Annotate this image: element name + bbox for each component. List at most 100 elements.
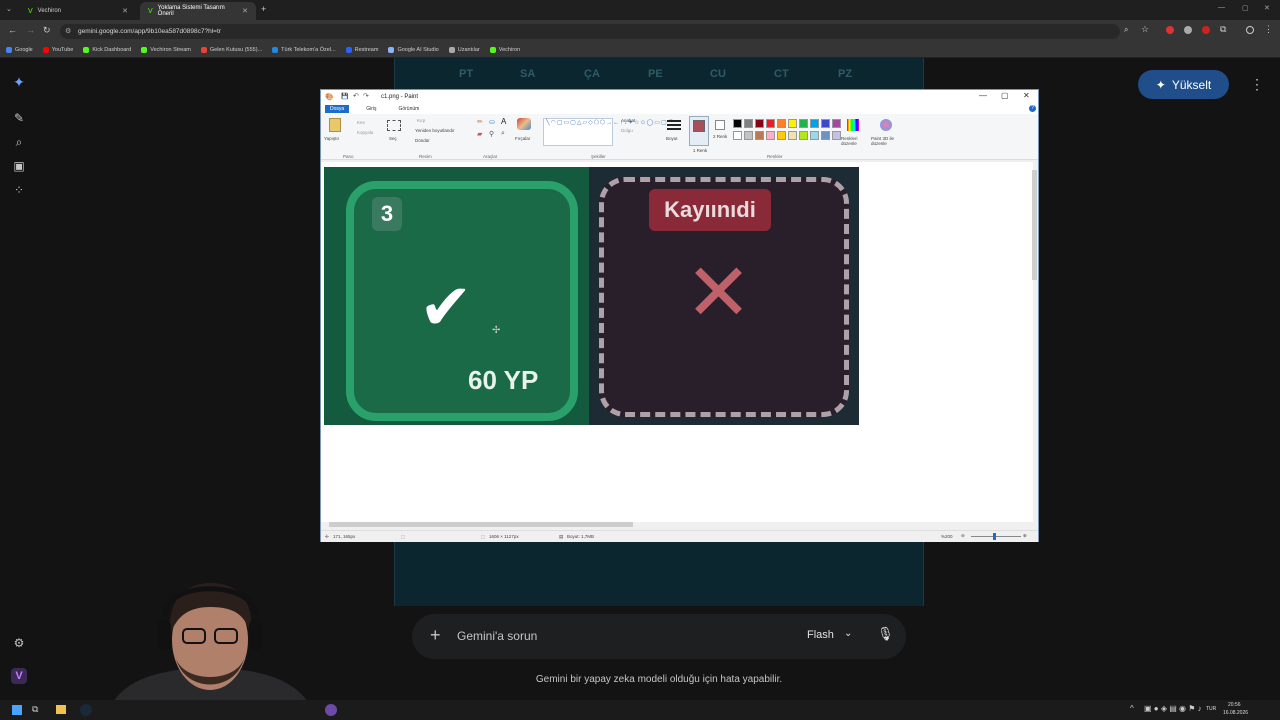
brushes-icon[interactable] [517, 118, 531, 130]
bookmark-item[interactable]: Uzantılar [448, 46, 480, 53]
clock-time[interactable]: 20:56 [1228, 702, 1241, 708]
new-tab-icon[interactable]: + [261, 4, 266, 14]
outline-dropdown[interactable]: Anahat [621, 118, 635, 123]
edit-colors-icon[interactable] [847, 119, 859, 131]
bookmark-item[interactable]: Türk Telekom'a Özel... [272, 46, 336, 53]
upgrade-button[interactable]: ✦ Yükselt [1138, 70, 1229, 99]
palette-swatch[interactable] [755, 119, 764, 128]
palette-swatch[interactable] [788, 119, 797, 128]
cut-button[interactable]: Kes [357, 120, 365, 125]
horizontal-scrollbar[interactable] [329, 522, 633, 527]
palette-swatch[interactable] [777, 119, 786, 128]
palette-swatch[interactable] [810, 130, 819, 140]
canvas-image[interactable]: 3 ✔ 60 YP ✢ Kayıınıdi ✕ [324, 167, 859, 425]
color1-button[interactable] [689, 116, 709, 146]
palette-swatch[interactable] [766, 130, 775, 140]
bookmark-item[interactable]: YouTube [42, 46, 73, 53]
prompt-bar[interactable]: + Gemini'a sorun Flash ⌄ 🎙 [412, 614, 906, 659]
save-icon[interactable]: 💾 [341, 93, 348, 100]
user-avatar[interactable]: V [11, 668, 27, 684]
gemini-logo-icon[interactable]: ✦ [12, 75, 26, 89]
maximize-icon[interactable]: ▢ [1001, 91, 1009, 100]
file-explorer-icon[interactable] [56, 705, 66, 714]
tray-icons[interactable]: ▣ ● ◈ ▤ ◉ ⚑ ♪ [1144, 704, 1202, 713]
bookmark-item[interactable]: Vechiron Stream [141, 46, 191, 53]
search-icon[interactable]: ⌕ [12, 135, 26, 149]
close-icon[interactable]: ✕ [1023, 91, 1030, 100]
maximize-window-icon[interactable]: ▢ [1242, 4, 1249, 12]
obs-icon[interactable] [325, 704, 337, 716]
tab-home[interactable]: Giriş [361, 105, 381, 113]
apps-icon[interactable]: ⁘ [12, 183, 26, 197]
palette-swatch[interactable] [799, 130, 808, 140]
text-icon[interactable]: A [501, 117, 506, 126]
rotate-button[interactable]: Döndür [415, 138, 430, 143]
address-bar[interactable]: ⚙ gemini.google.com/app/9b10ea587d0898c7… [60, 24, 1120, 39]
language-indicator[interactable]: TUR [1206, 706, 1216, 712]
crop-button[interactable]: Kırp [417, 118, 425, 123]
shapes-gallery[interactable]: ╲◠▢▭▢△▱◇⬠⬡→←↑↓✦☆✩◯▭▢◯ [543, 118, 674, 146]
task-view-icon[interactable]: ⧉ [32, 704, 38, 715]
more-options-icon[interactable]: ⋮ [1250, 76, 1264, 93]
minimize-window-icon[interactable]: — [1218, 4, 1225, 11]
browser-menu-icon[interactable]: ⋮ [1264, 24, 1273, 35]
palette-swatch[interactable] [744, 130, 753, 140]
fill-icon[interactable]: ⛀ [489, 118, 495, 126]
extensions-puzzle-icon[interactable]: ⧉ [1220, 24, 1226, 35]
profile-icon[interactable] [1246, 26, 1254, 34]
redo-icon[interactable]: ↷ [363, 92, 369, 100]
extension-icon[interactable] [1184, 26, 1192, 34]
clock-date[interactable]: 16.08.2026 [1223, 710, 1248, 716]
palette-swatch[interactable] [799, 119, 808, 128]
extension-icon[interactable] [1166, 26, 1174, 34]
close-window-icon[interactable]: ✕ [1264, 4, 1270, 12]
browser-tab-active[interactable]: V Yoklama Sistemi Tasarım Öneril ✕ [140, 2, 256, 20]
eraser-icon[interactable]: ▰ [477, 130, 482, 138]
bookmark-item[interactable]: Restream [345, 46, 378, 53]
paste-icon[interactable] [329, 118, 341, 132]
back-icon[interactable]: ← [8, 25, 17, 35]
library-icon[interactable]: ▣ [12, 159, 26, 173]
close-tab-icon[interactable]: ✕ [122, 7, 128, 15]
settings-gear-icon[interactable]: ⚙ [12, 636, 26, 650]
palette-swatch[interactable] [821, 119, 830, 128]
reload-icon[interactable]: ↻ [43, 25, 51, 36]
zoom-out-icon[interactable]: ⊖ [961, 533, 965, 539]
vertical-scrollbar[interactable] [1032, 170, 1037, 280]
copy-button[interactable]: Kopyala [357, 130, 373, 135]
color2-swatch[interactable] [715, 120, 725, 130]
tab-view[interactable]: Görünüm [393, 105, 424, 113]
bookmark-item[interactable]: Google AI Studio [388, 46, 439, 53]
extension-icon[interactable] [1202, 26, 1210, 34]
prompt-input[interactable]: Gemini'a sorun [457, 629, 537, 643]
palette-swatch[interactable] [810, 119, 819, 128]
color-picker-icon[interactable]: ⚲ [489, 130, 494, 138]
tab-file[interactable]: Dosya [325, 105, 350, 113]
minimize-icon[interactable]: — [979, 91, 987, 100]
fill-dropdown[interactable]: Dolgu [621, 128, 633, 133]
site-info-icon[interactable]: ⚙ [65, 27, 71, 35]
add-attachment-icon[interactable]: + [430, 625, 441, 646]
paint3d-icon[interactable] [880, 119, 892, 131]
chevron-down-icon[interactable]: ⌄ [844, 628, 852, 639]
select-icon[interactable] [387, 120, 401, 131]
pencil-icon[interactable]: ✏ [477, 118, 483, 126]
close-tab-icon[interactable]: ✕ [242, 7, 248, 15]
palette-swatch[interactable] [755, 130, 764, 140]
palette-swatch[interactable] [733, 130, 742, 140]
bookmark-item[interactable]: Kick Dashboard [83, 46, 131, 53]
bookmark-star-icon[interactable]: ☆ [1141, 24, 1149, 35]
palette-swatch[interactable] [733, 119, 742, 128]
magnifier-icon[interactable]: ⌕ [501, 130, 505, 138]
undo-icon[interactable]: ↶ [353, 92, 359, 100]
zoom-slider[interactable] [971, 536, 1021, 537]
bookmark-item[interactable]: Google [6, 46, 33, 53]
palette-swatch[interactable] [788, 130, 797, 140]
size-icon[interactable] [667, 120, 681, 130]
palette-swatch[interactable] [766, 119, 775, 128]
windows-start-icon[interactable] [12, 705, 22, 715]
bookmark-item[interactable]: Gelen Kutusu (555)... [200, 46, 262, 53]
palette-swatch[interactable] [832, 130, 841, 140]
browser-tab[interactable]: V Vechiron ✕ [20, 2, 136, 20]
model-selector[interactable]: Flash [807, 629, 834, 641]
